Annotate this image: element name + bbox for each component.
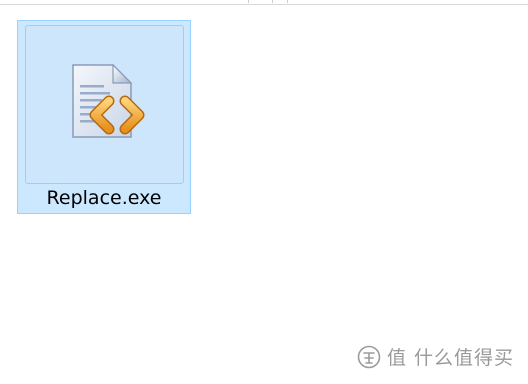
watermark: 值 什么值得买 <box>357 343 514 370</box>
toolbar-edge <box>0 0 528 5</box>
file-item-replace-exe[interactable]: Replace.exe <box>17 20 191 214</box>
watermark-logo <box>357 345 381 368</box>
file-name-label[interactable]: Replace.exe <box>18 186 190 210</box>
toolbar-divider <box>248 0 249 3</box>
code-document-icon <box>69 63 145 143</box>
watermark-text: 值 什么值得买 <box>386 347 514 369</box>
toolbar-divider <box>272 0 273 3</box>
toolbar-divider <box>287 0 288 3</box>
